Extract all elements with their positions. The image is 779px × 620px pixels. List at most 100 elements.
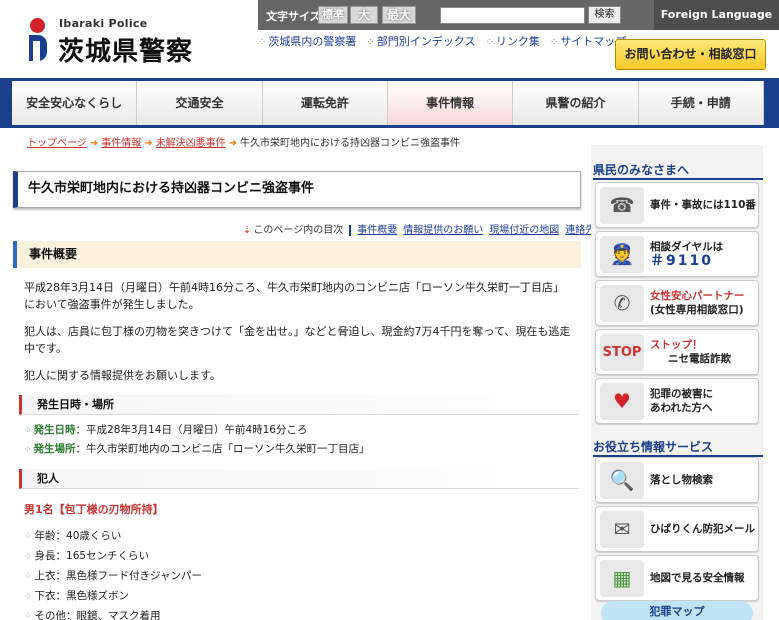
nav-incidents[interactable]: 事件情報 bbox=[387, 81, 514, 125]
sidebar-heading-residents: 県民のみなさまへ bbox=[593, 163, 690, 177]
paragraph-incident: 平成28年3月14日（月曜日）午前4時16分ころ、牛久市栄町地内のコンビニ店「ロ… bbox=[24, 281, 564, 311]
nav-about[interactable]: 県警の紹介 bbox=[513, 81, 639, 125]
place-key: 発生場所 bbox=[33, 443, 76, 455]
police-officer-icon: 👮 bbox=[600, 236, 644, 273]
feature-age: 年齢：40歳くらい bbox=[34, 530, 122, 542]
heart-mascot-icon: ♥ bbox=[600, 383, 644, 420]
arrow-icon: ➜ bbox=[228, 138, 237, 149]
search-button[interactable]: 検索 bbox=[588, 6, 621, 24]
feature-height: 身長：165センチくらい bbox=[34, 550, 150, 562]
logo-japanese: 茨城県警察 bbox=[58, 37, 194, 67]
list-item: ⁘ 下衣：黒色様ズボン bbox=[24, 587, 202, 607]
nav-license[interactable]: 運転免許 bbox=[262, 81, 388, 125]
bullet-icon: ⁘ bbox=[24, 592, 32, 602]
toc-link-map[interactable]: 現場付近の地図 bbox=[489, 225, 559, 236]
date-row: ⁘ 発生日時：平成28年3月14日（月曜日）午前4時16分ころ bbox=[24, 421, 308, 440]
date-value: ：平成28年3月14日（月曜日）午前4時16分ころ bbox=[75, 424, 308, 436]
telephone-icon: ☎ bbox=[600, 187, 644, 224]
suspect-features: ⁘ 年齢：40歳くらい ⁘ 身長：165センチくらい ⁘ 上衣：黒色様フード付きジャン… bbox=[24, 527, 202, 620]
nav-procedures[interactable]: 手続・申請 bbox=[638, 81, 764, 125]
sidebar-item-sublabel: ニセ電話詐欺 bbox=[668, 353, 731, 365]
breadcrumb: トップページ ➜ 事件情報 ➜ 未解決凶悪事件 ➜ 牛久市栄町地内における持凶器コンビニ強盗… bbox=[27, 134, 460, 149]
place-value: ：牛久市栄町地内のコンビニ店「ローソン牛久栄町一丁目店」 bbox=[75, 443, 370, 455]
arrow-icon: ➜ bbox=[144, 138, 153, 149]
list-item: ⁘ 身長：165センチくらい bbox=[24, 547, 202, 567]
site-logo[interactable]: Ibaraki Police 茨城県警察 bbox=[27, 14, 217, 67]
sidebar-item-fraud[interactable]: STOP ストップ！ ニセ電話詐欺 bbox=[595, 329, 759, 375]
bullet-icon: ⁘ bbox=[24, 572, 32, 582]
mail-mascot-icon: ✉ bbox=[600, 511, 644, 548]
bullet-icon: ⁘ bbox=[24, 426, 32, 436]
sidebar-item-sublabel: あわれた方へ bbox=[650, 402, 713, 414]
stop-icon: STOP bbox=[600, 334, 644, 371]
sidebar-item-label: 女性安心パートナー bbox=[650, 290, 745, 302]
sidebar-item-label: 地図で見る安全情報 bbox=[650, 572, 745, 584]
bullet-icon: ⁘ bbox=[24, 612, 32, 620]
nav-safety[interactable]: 安全安心なくらし bbox=[12, 81, 138, 125]
sidebar-heading-services: お役立ち情報サービス bbox=[593, 440, 714, 454]
sidebar-item-110[interactable]: ☎ 事件・事故には110番 bbox=[595, 182, 759, 228]
feature-other: その他：眼鏡、マスク着用 bbox=[34, 610, 161, 620]
link-department-index[interactable]: 部門別インデックス bbox=[366, 35, 475, 48]
link-police-stations[interactable]: 茨城県内の警察署 bbox=[258, 35, 356, 48]
paragraph-request: 犯人に関する情報提供をお願いします。 bbox=[24, 369, 221, 382]
crime-map-button[interactable]: 犯罪マップ bbox=[601, 601, 753, 620]
font-size-standard-button[interactable]: 標準 bbox=[318, 6, 348, 24]
sidebar-item-women-partner[interactable]: ✆ 女性安心パートナー (女性専用相談窓口) bbox=[595, 280, 759, 326]
sidebar-item-victims[interactable]: ♥ 犯罪の被害に あわれた方へ bbox=[595, 378, 759, 424]
bullet-icon: ⁘ bbox=[24, 532, 32, 542]
sidebar-item-label: 事件・事故には110番 bbox=[650, 199, 756, 211]
sidebar-item-label: 相談ダイヤルは bbox=[650, 241, 724, 253]
global-nav: 安全安心なくらし 交通安全 運転免許 事件情報 県警の紹介 手続・申請 bbox=[0, 78, 779, 128]
breadcrumb-current: 牛久市栄町地内における持凶器コンビニ強盗事件 bbox=[239, 138, 460, 149]
header-sublinks: 茨城県内の警察署部門別インデックスリンク集サイトマップ bbox=[258, 33, 636, 49]
feature-top: 上衣：黒色様フード付きジャンパー bbox=[34, 570, 203, 582]
page-title: 牛久市栄町地内における持凶器コンビニ強盗事件 bbox=[28, 181, 315, 196]
sidebar-item-label: ひばりくん防犯メール bbox=[650, 523, 755, 535]
feature-bottom: 下衣：黒色様ズボン bbox=[34, 590, 130, 602]
date-key: 発生日時 bbox=[33, 424, 76, 436]
sidebar-item-crime-mail[interactable]: ✉ ひばりくん防犯メール bbox=[595, 506, 759, 552]
search-input[interactable] bbox=[440, 7, 585, 24]
page-toc: このページ内の目次事件概要情報提供のお願い現場付近の地図連絡先 bbox=[243, 221, 595, 236]
bullet-icon: ⁘ bbox=[24, 445, 32, 455]
font-size-large-button[interactable]: 大 bbox=[350, 6, 378, 24]
bullet-icon: ⁘ bbox=[24, 552, 32, 562]
place-row: ⁘ 発生場所：牛久市栄町地内のコンビニ店「ローソン牛久栄町一丁目店」 bbox=[24, 440, 370, 459]
toc-link-overview[interactable]: 事件概要 bbox=[357, 225, 397, 236]
link-links[interactable]: リンク集 bbox=[485, 35, 539, 48]
breadcrumb-incidents[interactable]: 事件情報 bbox=[101, 138, 141, 149]
sidebar-item-label: 落とし物検索 bbox=[650, 474, 713, 486]
sidebar-item-label: 犯罪の被害に bbox=[650, 388, 713, 400]
sidebar-item-label: ストップ！ bbox=[650, 339, 703, 351]
breadcrumb-home[interactable]: トップページ bbox=[27, 138, 87, 149]
page: Ibaraki Police 茨城県警察 文字サイズ 標準 大 最大 検索 Fo… bbox=[0, 0, 779, 620]
arrow-icon: ➜ bbox=[89, 138, 99, 149]
sidebar-item-sublabel: (女性専用相談窓口) bbox=[650, 304, 744, 316]
toc-label: このページ内の目次 bbox=[243, 225, 343, 236]
divider bbox=[593, 178, 763, 180]
map-icon: ▦ bbox=[600, 560, 644, 597]
paragraph-suspect-action: 犯人は、店員に包丁様の刃物を突きつけて「金を出せ。」などと脅迫し、現金約7万4千… bbox=[24, 325, 571, 355]
breadcrumb-unsolved[interactable]: 未解決凶悪事件 bbox=[156, 138, 226, 149]
lost-item-icon: 🔍 bbox=[600, 462, 644, 499]
font-size-label: 文字サイズ bbox=[266, 10, 321, 23]
font-size-max-button[interactable]: 最大 bbox=[382, 6, 416, 24]
contact-button[interactable]: お問い合わせ・相談窓口 bbox=[615, 39, 766, 70]
toc-link-info-request[interactable]: 情報提供のお願い bbox=[403, 225, 483, 236]
logo-english: Ibaraki Police bbox=[59, 17, 148, 30]
page-title-box: 牛久市栄町地内における持凶器コンビニ強盗事件 bbox=[13, 171, 581, 208]
list-item: ⁘ その他：眼鏡、マスク着用 bbox=[24, 607, 202, 620]
sidebar-item-9110[interactable]: 👮 相談ダイヤルは ＃9110 bbox=[595, 231, 759, 277]
sidebar-item-lost-items[interactable]: 🔍 落とし物検索 bbox=[595, 457, 759, 503]
suspect-heading: 男1名【包丁様の刃物所持】 bbox=[24, 503, 164, 516]
list-item: ⁘ 上衣：黒色様フード付きジャンパー bbox=[24, 567, 202, 587]
sidebar-item-safety-map[interactable]: ▦ 地図で見る安全情報 bbox=[595, 555, 759, 601]
police-logo-icon bbox=[27, 18, 49, 62]
subheading-datetime-place: 発生日時・場所 bbox=[19, 395, 579, 415]
divider bbox=[349, 224, 352, 236]
foreign-language-button[interactable]: Foreign Language bbox=[654, 0, 779, 30]
phone-hand-icon: ✆ bbox=[600, 285, 644, 322]
nav-traffic[interactable]: 交通安全 bbox=[137, 81, 263, 125]
section-heading-overview: 事件概要 bbox=[13, 241, 581, 268]
